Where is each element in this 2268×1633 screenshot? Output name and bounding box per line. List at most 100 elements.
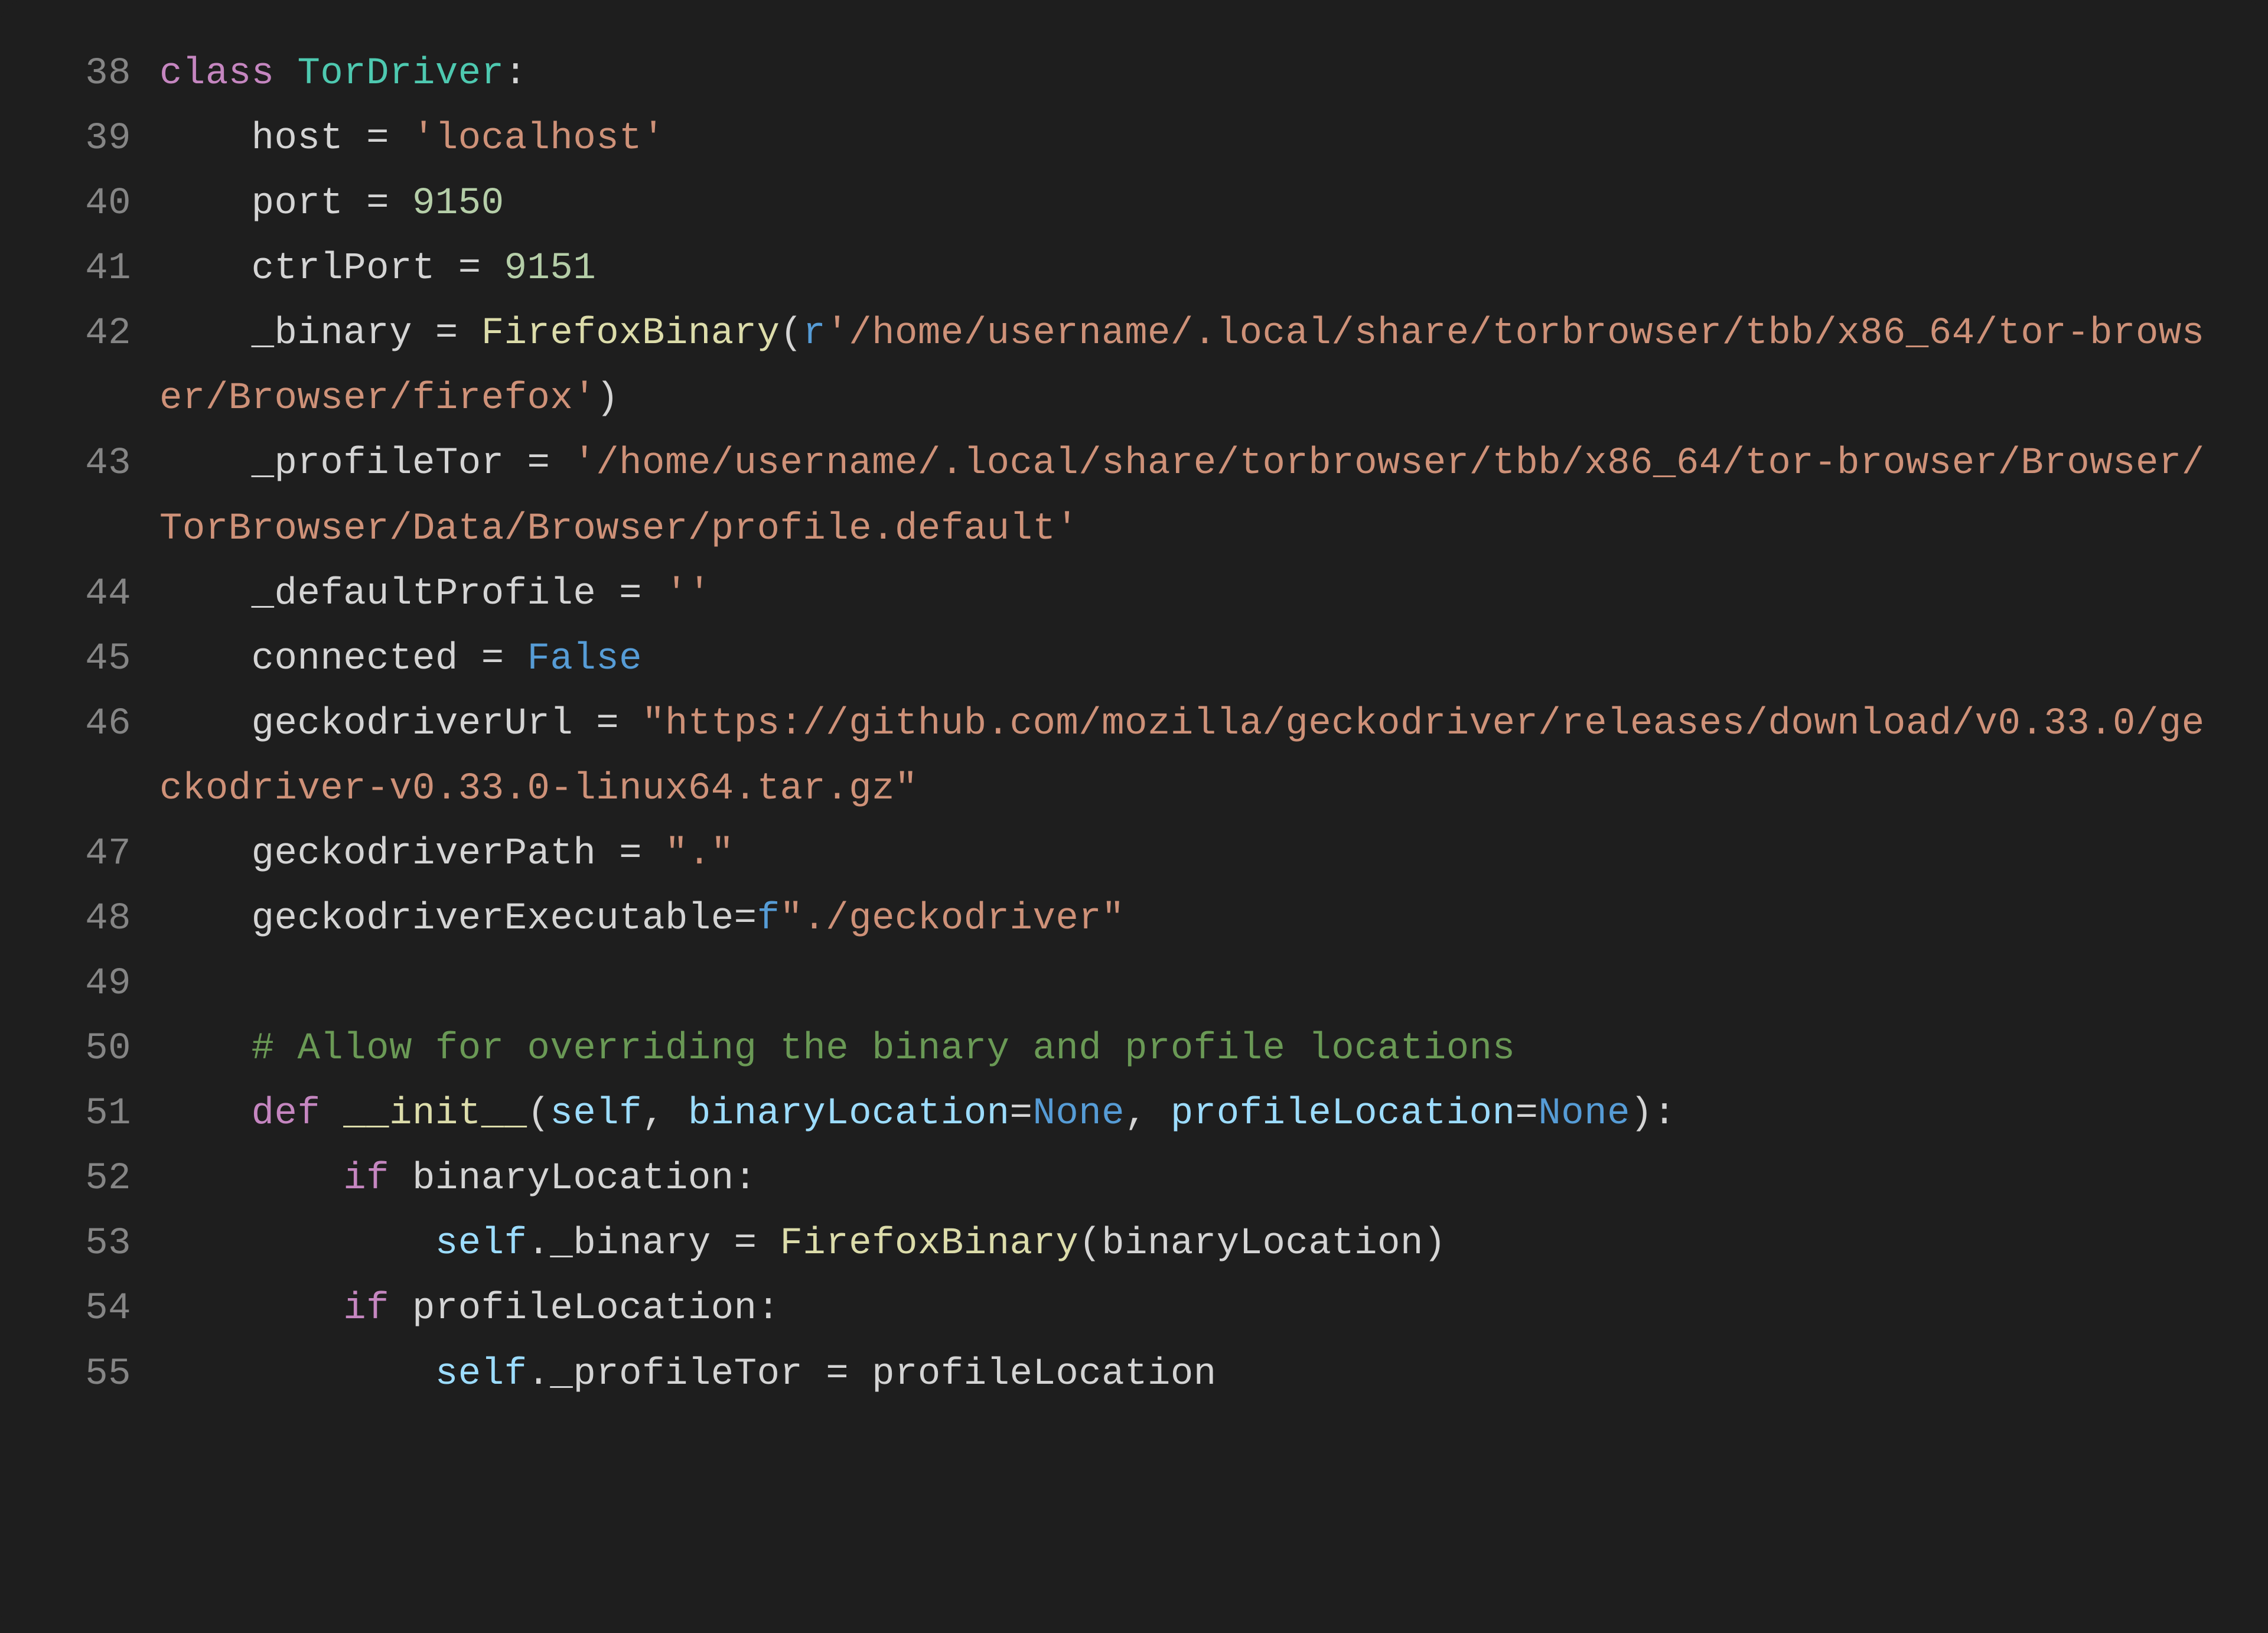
token-pn: :: [757, 1288, 780, 1330]
token-sp: [596, 833, 619, 875]
indent: [159, 118, 252, 160]
code-content[interactable]: self._binary = FirefoxBinary(binaryLocat…: [159, 1211, 2250, 1276]
code-line[interactable]: 54 if profileLocation:: [18, 1276, 2250, 1341]
token-sp: [642, 833, 665, 875]
line-number: 55: [18, 1342, 159, 1407]
token-sp: [458, 638, 481, 680]
token-pn: ,: [642, 1093, 665, 1135]
token-op: =: [435, 312, 458, 355]
code-content[interactable]: geckodriverUrl = "https://github.com/moz…: [159, 692, 2250, 822]
token-id: geckodriverExecutable: [252, 898, 734, 940]
indent: [159, 1093, 252, 1135]
token-op: =: [619, 833, 642, 875]
code-line[interactable]: 49: [18, 951, 2250, 1016]
token-id: _profileTor: [252, 442, 504, 485]
token-pn: .: [527, 1223, 550, 1265]
code-line[interactable]: 40 port = 9150: [18, 171, 2250, 236]
code-content[interactable]: _profileTor = '/home/username/.local/sha…: [159, 431, 2250, 561]
code-line[interactable]: 51 def __init__(self, binaryLocation=Non…: [18, 1081, 2250, 1146]
token-pn: .: [527, 1353, 550, 1396]
token-id: geckodriverUrl: [252, 703, 573, 745]
token-op: =: [366, 118, 389, 160]
line-number: 41: [18, 236, 159, 301]
token-kw: if: [343, 1158, 389, 1200]
line-number: 50: [18, 1016, 159, 1081]
token-kw: def: [252, 1093, 321, 1135]
code-content[interactable]: class TorDriver:: [159, 41, 2250, 106]
token-sp: [412, 312, 435, 355]
token-id: geckodriverPath: [252, 833, 597, 875]
token-pn: (: [780, 312, 803, 355]
token-id: binaryLocation: [1102, 1223, 1423, 1265]
code-line[interactable]: 53 self._binary = FirefoxBinary(binaryLo…: [18, 1211, 2250, 1276]
token-op: =: [734, 898, 757, 940]
token-sp: [389, 1158, 412, 1200]
token-str: "./geckodriver": [780, 898, 1125, 940]
indent: [159, 898, 252, 940]
code-line[interactable]: 55 self._profileTor = profileLocation: [18, 1342, 2250, 1407]
code-content[interactable]: if binaryLocation:: [159, 1146, 2250, 1211]
token-sp: [573, 703, 596, 745]
code-line[interactable]: 39 host = 'localhost': [18, 106, 2250, 171]
token-cst: None: [1538, 1093, 1630, 1135]
token-pn: ): [596, 377, 619, 420]
token-sp: [389, 1288, 412, 1330]
token-prm: profileLocation: [1171, 1093, 1516, 1135]
code-editor[interactable]: 38class TorDriver:39 host = 'localhost'4…: [0, 0, 2268, 1633]
code-content[interactable]: # Allow for overriding the binary and pr…: [159, 1016, 2250, 1081]
indent: [159, 1223, 435, 1265]
code-content[interactable]: port = 9150: [159, 171, 2250, 236]
token-id: _binary: [252, 312, 412, 355]
line-number: 45: [18, 627, 159, 692]
line-number: 49: [18, 951, 159, 1016]
line-number: 43: [18, 431, 159, 496]
code-line[interactable]: 44 _defaultProfile = '': [18, 562, 2250, 627]
token-id: connected: [252, 638, 458, 680]
token-sp: [550, 442, 573, 485]
code-content[interactable]: geckodriverExecutable=f"./geckodriver": [159, 886, 2250, 951]
code-content[interactable]: connected = False: [159, 627, 2250, 692]
code-content[interactable]: host = 'localhost': [159, 106, 2250, 171]
code-content[interactable]: if profileLocation:: [159, 1276, 2250, 1341]
token-op: =: [1010, 1093, 1033, 1135]
token-sp: [275, 53, 298, 95]
code-line[interactable]: 52 if binaryLocation:: [18, 1146, 2250, 1211]
token-op: =: [619, 573, 642, 615]
indent: [159, 573, 252, 615]
token-op: =: [481, 638, 504, 680]
code-line[interactable]: 46 geckodriverUrl = "https://github.com/…: [18, 692, 2250, 822]
line-number: 47: [18, 822, 159, 886]
indent: [159, 442, 252, 485]
code-content[interactable]: def __init__(self, binaryLocation=None, …: [159, 1081, 2250, 1146]
code-content[interactable]: geckodriverPath = ".": [159, 822, 2250, 886]
token-sp: [504, 638, 527, 680]
code-line[interactable]: 50 # Allow for overriding the binary and…: [18, 1016, 2250, 1081]
line-number: 39: [18, 106, 159, 171]
code-line[interactable]: 42 _binary = FirefoxBinary(r'/home/usern…: [18, 301, 2250, 431]
token-sp: [665, 1093, 688, 1135]
token-pn: :: [1653, 1093, 1676, 1135]
token-kw: class: [159, 53, 275, 95]
code-line[interactable]: 41 ctrlPort = 9151: [18, 236, 2250, 301]
token-op: =: [366, 182, 389, 225]
code-line[interactable]: 45 connected = False: [18, 627, 2250, 692]
token-sp: [757, 1223, 780, 1265]
code-content[interactable]: _defaultProfile = '': [159, 562, 2250, 627]
token-id: profileLocation: [872, 1353, 1217, 1396]
token-str: '': [665, 573, 711, 615]
code-content[interactable]: ctrlPort = 9151: [159, 236, 2250, 301]
code-line[interactable]: 38class TorDriver:: [18, 41, 2250, 106]
token-sp: [1148, 1093, 1171, 1135]
token-id: host: [252, 118, 344, 160]
code-content[interactable]: self._profileTor = profileLocation: [159, 1342, 2250, 1407]
code-line[interactable]: 47 geckodriverPath = ".": [18, 822, 2250, 886]
token-id: _binary: [550, 1223, 711, 1265]
line-number: 54: [18, 1276, 159, 1341]
token-sp: [642, 573, 665, 615]
token-cst: None: [1032, 1093, 1125, 1135]
token-op: =: [734, 1223, 757, 1265]
code-line[interactable]: 48 geckodriverExecutable=f"./geckodriver…: [18, 886, 2250, 951]
code-content[interactable]: _binary = FirefoxBinary(r'/home/username…: [159, 301, 2250, 431]
code-line[interactable]: 43 _profileTor = '/home/username/.local/…: [18, 431, 2250, 561]
token-sp: [711, 1223, 734, 1265]
